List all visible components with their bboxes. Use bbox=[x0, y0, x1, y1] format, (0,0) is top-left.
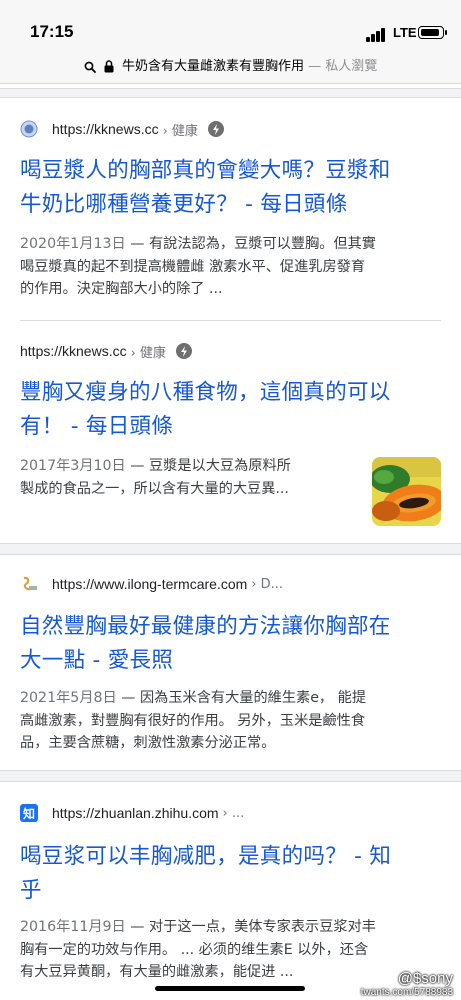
snippet-line: 因為玉米含有大量的維生素e， 能提 bbox=[139, 690, 367, 706]
snippet-line: 製成的食品之一，所以含有大量的大豆異... bbox=[20, 480, 289, 497]
result-title-line[interactable]: 自然豐胸最好最健康的方法讓你胸部在 bbox=[20, 610, 445, 644]
snippet-line: 对于这一点，美体专家表示豆浆对丰 bbox=[148, 919, 376, 935]
snippet-line: 有說法認為，豆漿可以豐胸。但其實 bbox=[148, 236, 376, 252]
signal-icon bbox=[366, 28, 388, 42]
result-snippet: 2017年3月10日 — 豆漿是以大豆為原料所 製成的食品之一，所以含有大量的大… bbox=[20, 455, 360, 500]
result-title[interactable]: 自然豐胸最好最健康的方法讓你胸部在 大一點 - 愛長照 bbox=[20, 610, 445, 678]
result-date: 2017年3月10日 bbox=[20, 458, 126, 474]
result-title-line[interactable]: 有！ - 每日頭條 bbox=[20, 410, 445, 444]
search-result[interactable]: https://kknews.cc › 健康 豐胸又瘦身的八種食物，這個真的可以… bbox=[0, 321, 461, 543]
section-divider bbox=[0, 88, 461, 98]
result-title[interactable]: 喝豆漿人的胸部真的會變大嗎？豆漿和 牛奶比哪種營養更好？ - 每日頭條 bbox=[20, 154, 445, 222]
result-title[interactable]: 豐胸又瘦身的八種食物，這個真的可以 有！ - 每日頭條 bbox=[20, 376, 445, 444]
result-title-line[interactable]: 喝豆浆可以丰胸减肥，是真的吗？ - 知 bbox=[20, 840, 445, 874]
result-breadcrumb: › ... bbox=[222, 805, 245, 821]
ilong-logo bbox=[20, 575, 38, 593]
snippet-line: 高雌激素，對豐胸有很好的作用。 另外，玉米是鹼性食 bbox=[20, 712, 366, 729]
result-date: 2021年5月8日 bbox=[20, 690, 117, 706]
papaya-image[interactable] bbox=[372, 457, 441, 526]
result-url: https://zhuanlan.zhihu.com bbox=[52, 805, 219, 821]
result-url: https://kknews.cc bbox=[20, 343, 127, 359]
result-source[interactable]: https://kknews.cc › 健康 bbox=[20, 340, 192, 362]
snippet-line: 品，主要含蔗糖，刺激性激素分泌正常。 bbox=[20, 735, 276, 751]
private-mode-label: — 私人瀏覽 bbox=[308, 59, 378, 74]
result-url: https://kknews.cc bbox=[52, 121, 159, 137]
search-query: 牛奶含有大量雌激素有豐胸作用 bbox=[121, 59, 304, 74]
snippet-line: 喝豆漿真的起不到提高機體雌 激素水平、促進乳房發育 bbox=[20, 258, 366, 275]
watermark: @$sony twants.com/5788983 bbox=[361, 970, 453, 998]
status-bar: 17:15 LTE bbox=[0, 0, 461, 50]
result-title-line[interactable]: 乎 bbox=[20, 874, 445, 908]
address-bar[interactable]: 牛奶含有大量雌激素有豐胸作用 — 私人瀏覽 bbox=[0, 50, 461, 84]
result-source[interactable]: 知 https://zhuanlan.zhihu.com › ... bbox=[20, 802, 244, 824]
result-date: 2020年1月13日 bbox=[20, 236, 126, 252]
result-snippet: 2020年1月13日 — 有說法認為，豆漿可以豐胸。但其實 喝豆漿真的起不到提高… bbox=[20, 233, 445, 301]
snippet-line: 胸有一定的功效与作用。 ... 必须的维生素E 以外，还含 bbox=[20, 941, 369, 958]
result-source[interactable]: https://www.ilong-termcare.com › D... bbox=[20, 573, 283, 595]
search-result[interactable]: https://www.ilong-termcare.com › D... 自然… bbox=[0, 555, 461, 770]
section-divider bbox=[0, 770, 461, 782]
watermark-url: twants.com/5788983 bbox=[360, 987, 453, 998]
snippet-line: 豆漿是以大豆為原料所 bbox=[148, 458, 291, 474]
amp-lightning-icon bbox=[207, 121, 224, 137]
search-result[interactable]: 知 https://zhuanlan.zhihu.com › ... 喝豆浆可以… bbox=[0, 782, 461, 1000]
result-breadcrumb: › 健康 bbox=[130, 345, 166, 361]
network-type: LTE bbox=[393, 25, 417, 40]
search-icon bbox=[84, 61, 96, 73]
section-divider bbox=[0, 543, 461, 555]
search-result[interactable]: https://kknews.cc › 健康 喝豆漿人的胸部真的會變大嗎？豆漿和… bbox=[0, 98, 461, 320]
result-breadcrumb: › D... bbox=[251, 576, 284, 592]
result-breadcrumb: › 健康 bbox=[162, 123, 198, 139]
result-url: https://www.ilong-termcare.com bbox=[52, 576, 248, 592]
status-time: 17:15 bbox=[30, 22, 74, 41]
snippet-line: 的作用。決定胸部大小的除了 ... bbox=[20, 281, 223, 297]
battery-icon bbox=[418, 26, 447, 39]
watermark-handle: @$sony bbox=[397, 970, 453, 987]
result-title[interactable]: 喝豆浆可以丰胸减肥，是真的吗？ - 知 乎 bbox=[20, 840, 445, 908]
globe-icon bbox=[20, 120, 38, 138]
result-title-line[interactable]: 大一點 - 愛長照 bbox=[20, 644, 445, 678]
result-snippet: 2021年5月8日 — 因為玉米含有大量的維生素e， 能提 高雌激素，對豐胸有很… bbox=[20, 687, 445, 755]
result-title-line[interactable]: 牛奶比哪種營養更好？ - 每日頭條 bbox=[20, 188, 445, 222]
amp-lightning-icon bbox=[175, 343, 192, 359]
result-date: 2016年11月9日 bbox=[20, 919, 126, 935]
zhihu-logo: 知 bbox=[20, 804, 38, 822]
result-title-line[interactable]: 喝豆漿人的胸部真的會變大嗎？豆漿和 bbox=[20, 154, 445, 188]
home-indicator[interactable] bbox=[155, 986, 305, 991]
lock-icon bbox=[104, 60, 114, 73]
result-title-line[interactable]: 豐胸又瘦身的八種食物，這個真的可以 bbox=[20, 376, 445, 410]
result-source[interactable]: https://kknews.cc › 健康 bbox=[20, 118, 224, 140]
